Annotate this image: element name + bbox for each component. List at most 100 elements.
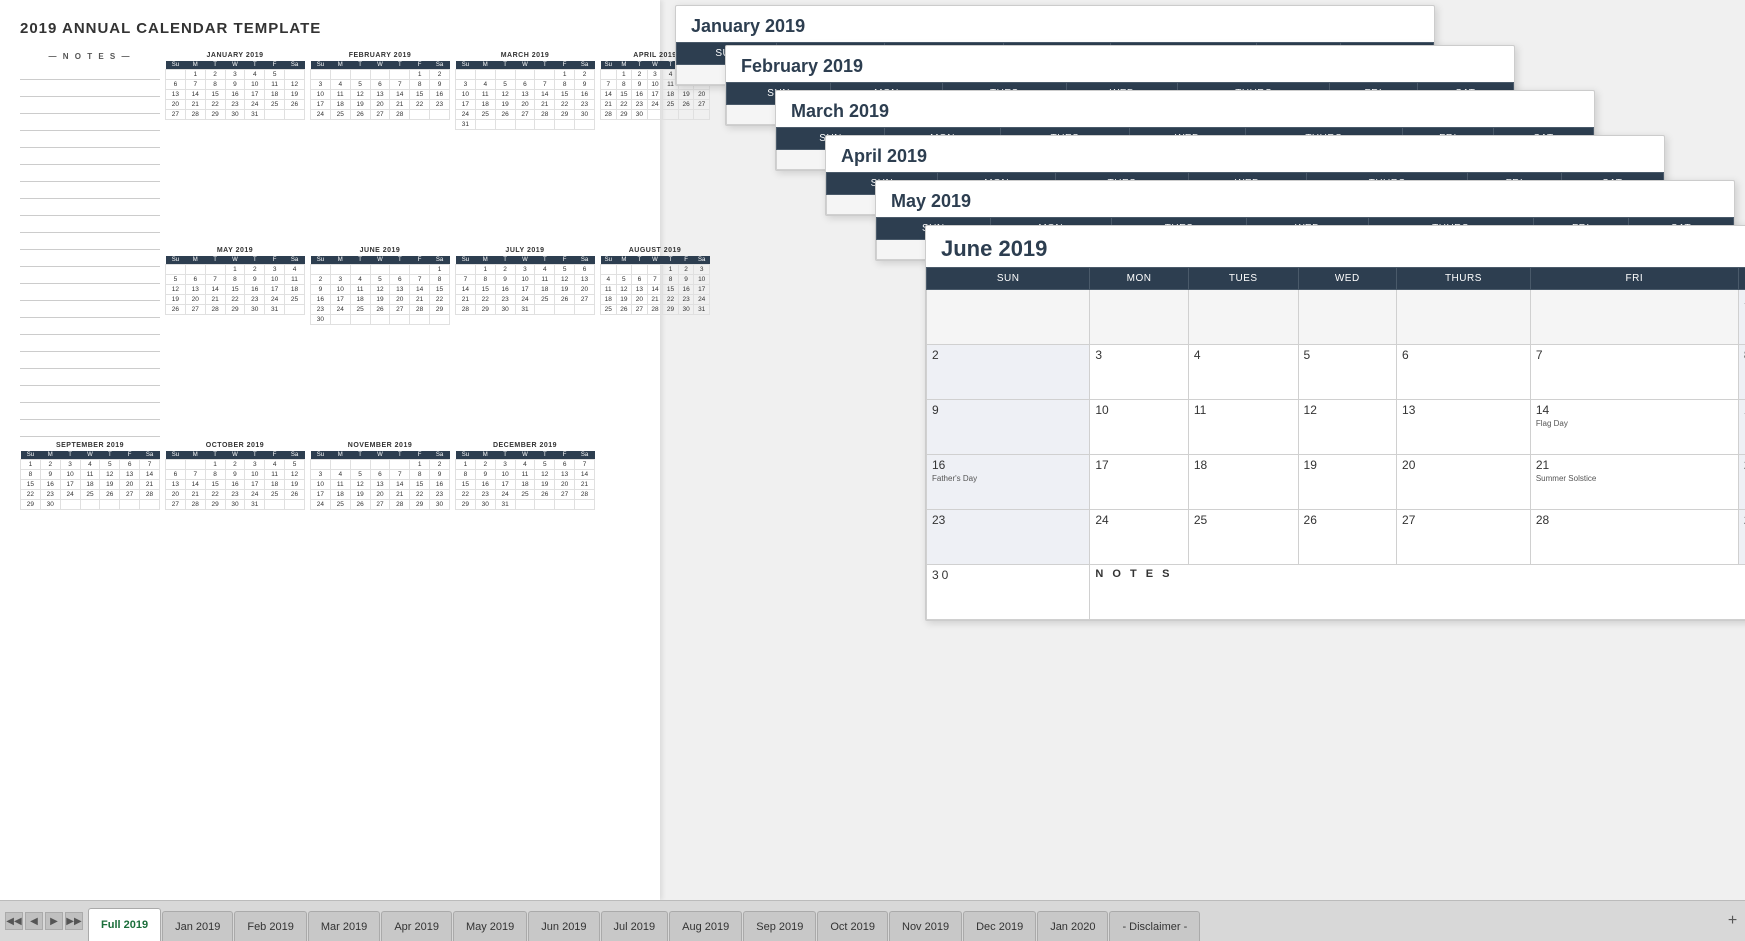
cal-cell: 7	[1530, 345, 1738, 400]
cal-cell: 15	[1738, 400, 1745, 455]
tab-sep-2019[interactable]: Sep 2019	[743, 911, 816, 941]
notes-line	[20, 134, 160, 148]
table-row: 16Father's Day 17 18 19 20 21Summer Sols…	[927, 455, 1745, 510]
table-row: 2 3 4 5 6 7 8	[927, 345, 1745, 400]
tab-nav-controls: ◀◀ ◀ ▶ ▶▶	[0, 901, 88, 941]
notes-line	[20, 423, 160, 437]
tab-jan-2020[interactable]: Jan 2020	[1037, 911, 1108, 941]
cal-cell: 29	[1738, 510, 1745, 565]
mini-cal-sep: SEPTEMBER 2019 SuMTWTFSa 1234567 8910111…	[20, 442, 160, 510]
notes-line	[20, 219, 160, 233]
stacked-cal-june: June 2019 SUN MON TUES WED THURS FRI SAT	[925, 225, 1745, 621]
event-fathers-day: Father's Day	[932, 474, 1084, 483]
tab-dec-2019[interactable]: Dec 2019	[963, 911, 1036, 941]
notes-line	[20, 168, 160, 182]
cal-cell: 3	[1090, 345, 1189, 400]
tab-jun-2019[interactable]: Jun 2019	[528, 911, 599, 941]
notes-line	[20, 338, 160, 352]
tab-aug-2019[interactable]: Aug 2019	[669, 911, 742, 941]
notes-line	[20, 253, 160, 267]
notes-line	[20, 321, 160, 335]
tab-jan-2019[interactable]: Jan 2019	[162, 911, 233, 941]
mini-cal-oct: OCTOBER 2019 SuMTWTFSa 12345 6789101112 …	[165, 442, 305, 510]
cal-cell: 25	[1188, 510, 1298, 565]
cal-cell	[1188, 290, 1298, 345]
tab-full-2019[interactable]: Full 2019	[88, 908, 161, 941]
cal-cell: 27	[1397, 510, 1531, 565]
tab-bar: ◀◀ ◀ ▶ ▶▶ Full 2019 Jan 2019 Feb 2019 Ma…	[0, 900, 1745, 941]
cal-cell: 24	[1090, 510, 1189, 565]
page-title: 2019 ANNUAL CALENDAR TEMPLATE	[20, 20, 645, 37]
cal-cell: 5	[1298, 345, 1397, 400]
notes-line	[20, 185, 160, 199]
cal-cell: 30	[927, 565, 1090, 620]
cal-cell: 14Flag Day	[1530, 400, 1738, 455]
cal-cell: 16Father's Day	[927, 455, 1090, 510]
apr-header: April 2019	[826, 136, 1664, 172]
cal-cell: 23	[927, 510, 1090, 565]
cal-cell: 18	[1188, 455, 1298, 510]
main-area: 2019 ANNUAL CALENDAR TEMPLATE JANUARY 20…	[0, 0, 1745, 900]
notes-row: 30 N O T E S	[927, 565, 1745, 620]
mini-calendars-container: JANUARY 2019 SuMTWTFSa 12345 6789101112 …	[20, 52, 645, 510]
left-panel: 2019 ANNUAL CALENDAR TEMPLATE JANUARY 20…	[0, 0, 660, 900]
cal-cell: 21Summer Solstice	[1530, 455, 1738, 510]
tab-nav-next[interactable]: ▶	[45, 912, 63, 930]
tab-nov-2019[interactable]: Nov 2019	[889, 911, 962, 941]
cal-cell: 2	[927, 345, 1090, 400]
notes-line	[20, 83, 160, 97]
mini-cal-may: MAY 2019 SuMTWTFSa 1234 567891011 121314…	[165, 247, 305, 437]
cal-cell: 10	[1090, 400, 1189, 455]
tab-jul-2019[interactable]: Jul 2019	[601, 911, 669, 941]
table-row: 1	[927, 290, 1745, 345]
cal-cell	[1530, 290, 1738, 345]
notes-line	[20, 202, 160, 216]
notes-line	[20, 406, 160, 420]
mar-header: March 2019	[776, 91, 1594, 127]
cal-cell: 6	[1397, 345, 1531, 400]
cal-cell: 1	[1738, 290, 1745, 345]
notes-line	[20, 287, 160, 301]
notes-line	[20, 117, 160, 131]
tab-mar-2019[interactable]: Mar 2019	[308, 911, 380, 941]
cal-cell	[1397, 290, 1531, 345]
mini-cal-nov: NOVEMBER 2019 SuMTWTFSa 12 3456789 10111…	[310, 442, 450, 510]
jun-grid: SUN MON TUES WED THURS FRI SAT	[926, 267, 1745, 620]
cal-cell: 11	[1188, 400, 1298, 455]
notes-column: — N O T E S —	[20, 52, 160, 437]
cal-cell: 12	[1298, 400, 1397, 455]
notes-line	[20, 236, 160, 250]
cal-cell	[1298, 290, 1397, 345]
notes-line	[20, 100, 160, 114]
notes-label: — N O T E S —	[20, 52, 160, 61]
jun-header: June 2019	[926, 226, 1745, 267]
mini-cal-jun: JUNE 2019 SuMTWTFSa 1 2345678 9101112131…	[310, 247, 450, 437]
cal-cell	[1090, 290, 1189, 345]
mini-cal-dec: DECEMBER 2019 SuMTWTFSa 1234567 89101112…	[455, 442, 595, 510]
cal-cell: 17	[1090, 455, 1189, 510]
notes-cell: N O T E S	[1090, 565, 1745, 620]
feb-header: February 2019	[726, 46, 1514, 82]
tab-feb-2019[interactable]: Feb 2019	[234, 911, 306, 941]
cal-cell: 9	[927, 400, 1090, 455]
tab-apr-2019[interactable]: Apr 2019	[381, 911, 452, 941]
may-header: May 2019	[876, 181, 1734, 217]
notes-line	[20, 355, 160, 369]
table-row: 23 24 25 26 27 28 29	[927, 510, 1745, 565]
cal-cell	[927, 290, 1090, 345]
jan-header: January 2019	[676, 6, 1434, 42]
notes-lines	[20, 66, 160, 437]
add-sheet-button[interactable]: +	[1720, 909, 1745, 934]
tab-may-2019[interactable]: May 2019	[453, 911, 527, 941]
tab-disclaimer[interactable]: - Disclaimer -	[1109, 911, 1200, 941]
notes-line	[20, 270, 160, 284]
tab-oct-2019[interactable]: Oct 2019	[817, 911, 888, 941]
notes-line	[20, 304, 160, 318]
cal-cell: 8	[1738, 345, 1745, 400]
tab-nav-last[interactable]: ▶▶	[65, 912, 83, 930]
mini-cal-jan: JANUARY 2019 SuMTWTFSa 12345 6789101112 …	[165, 52, 305, 242]
tab-nav-first[interactable]: ◀◀	[5, 912, 23, 930]
notes-line	[20, 389, 160, 403]
event-summer-solstice: Summer Solstice	[1536, 474, 1733, 483]
tab-nav-prev[interactable]: ◀	[25, 912, 43, 930]
